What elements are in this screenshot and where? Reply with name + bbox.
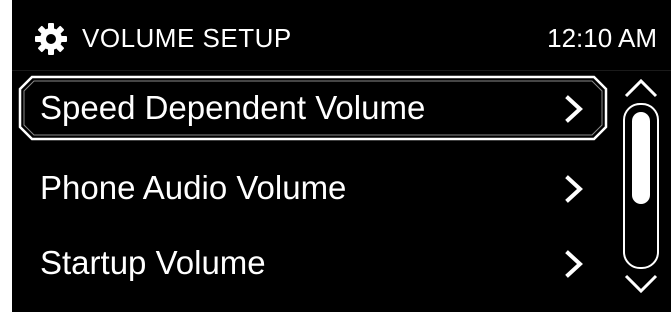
header-bar: VOLUME SETUP 12:10 AM <box>12 0 671 71</box>
chevron-right-icon <box>565 175 583 203</box>
chevron-up-icon[interactable] <box>624 78 658 98</box>
scroll-thumb[interactable] <box>632 112 650 204</box>
clock-time: 12:10 AM <box>547 23 657 53</box>
scrollbar-graphic <box>623 78 659 294</box>
menu-item-label: Phone Audio Volume <box>40 169 347 206</box>
menu-item-label: Startup Volume <box>40 244 266 281</box>
chevron-right-icon <box>565 250 583 278</box>
scrollbar[interactable] <box>618 76 664 298</box>
menu-item-label: Speed Dependent Volume <box>40 89 426 126</box>
volume-setup-screen: VOLUME SETUP 12:10 AM Speed Dependent Vo… <box>12 0 671 312</box>
menu-item-phone-audio-volume[interactable]: Phone Audio Volume <box>18 155 608 221</box>
chevron-right-icon <box>565 95 583 123</box>
page-title: VOLUME SETUP <box>82 23 292 53</box>
header-divider <box>12 70 671 71</box>
gear-icon <box>35 23 67 55</box>
menu-item-startup-volume[interactable]: Startup Volume <box>18 230 608 296</box>
menu-item-speed-dependent-volume[interactable]: Speed Dependent Volume <box>18 75 608 141</box>
chevron-down-icon[interactable] <box>624 274 658 294</box>
